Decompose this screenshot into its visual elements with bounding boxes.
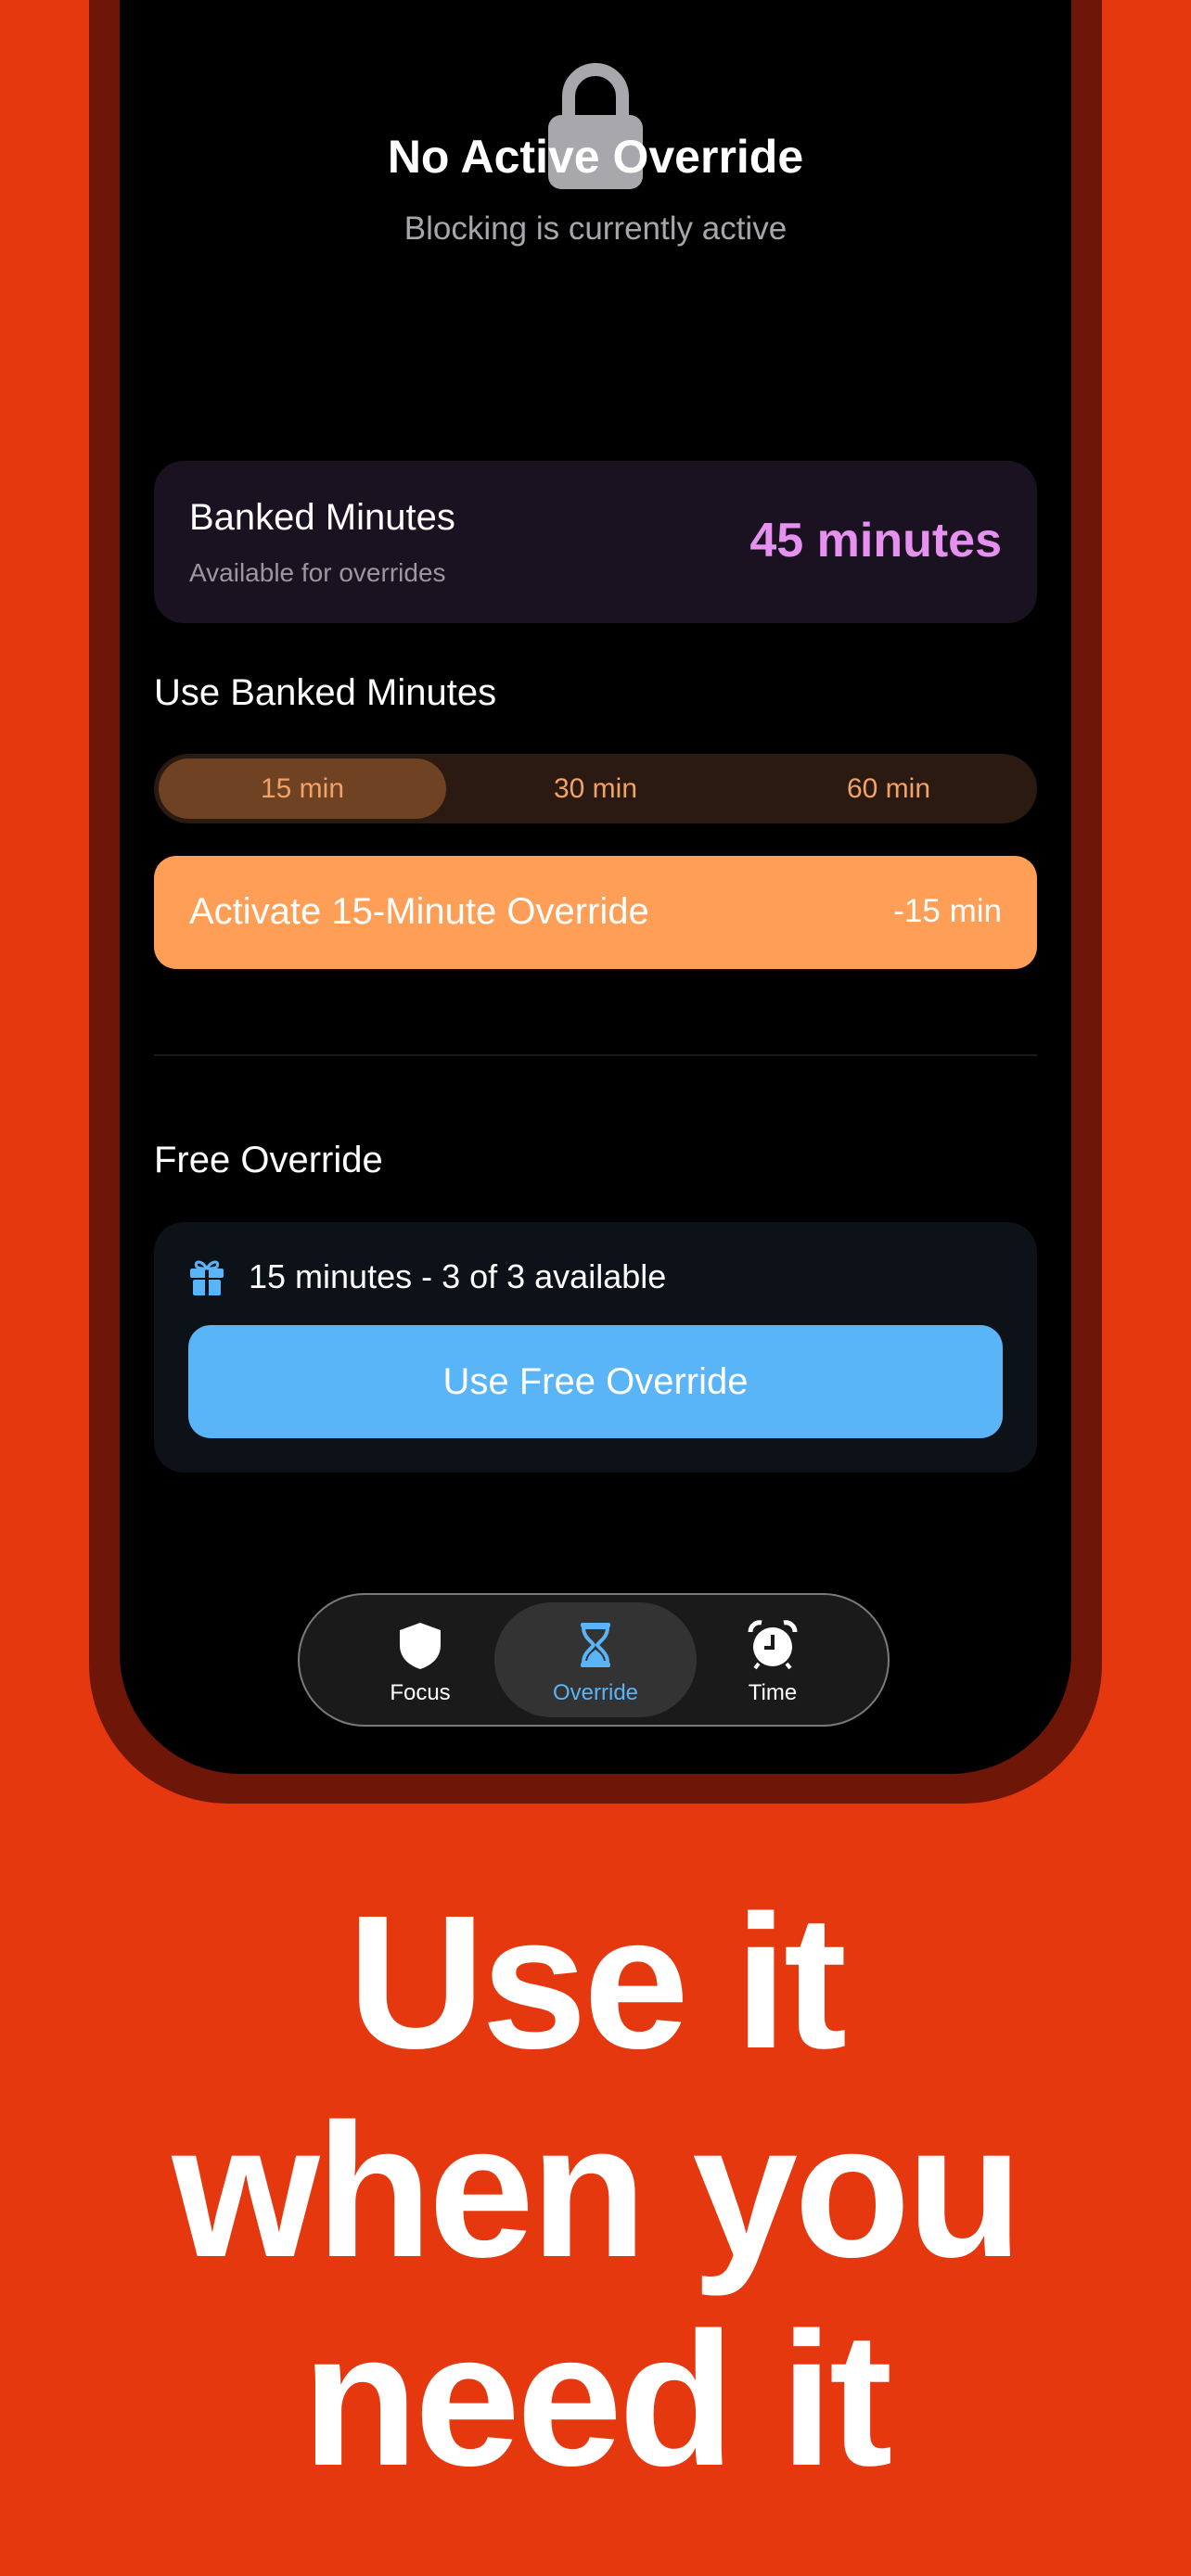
promo-headline: Use it when you need it — [0, 1878, 1191, 2504]
duration-segmented-control: 15 min 30 min 60 min — [154, 754, 1037, 823]
activate-override-button[interactable]: Activate 15-Minute Override -15 min — [154, 856, 1037, 969]
banked-minutes-value: 45 minutes — [749, 514, 1002, 567]
headline-line-3: need it — [301, 2293, 893, 2506]
shield-icon — [400, 1623, 441, 1669]
tab-time[interactable]: Time — [680, 1595, 865, 1725]
duration-option-60[interactable]: 60 min — [745, 759, 1032, 819]
status-title: No Active Override — [387, 131, 804, 183]
divider — [154, 1054, 1037, 1056]
free-override-label: Free Override — [154, 1140, 383, 1180]
phone-screen: No Active Override Blocking is currently… — [120, 0, 1071, 1774]
free-override-info: 15 minutes - 3 of 3 available — [249, 1257, 667, 1295]
use-banked-label: Use Banked Minutes — [154, 672, 497, 713]
banked-minutes-subtitle: Available for overrides — [189, 558, 446, 587]
headline-line-2: when you — [172, 2085, 1022, 2297]
activate-override-label: Activate 15-Minute Override — [189, 891, 649, 932]
status-subtitle: Blocking is currently active — [403, 210, 788, 247]
tab-bar: Focus Override Time — [298, 1593, 890, 1727]
activate-override-cost: -15 min — [893, 893, 1002, 929]
tab-focus[interactable]: Focus — [327, 1595, 513, 1725]
banked-minutes-title: Banked Minutes — [189, 497, 455, 538]
tab-focus-label: Focus — [390, 1680, 451, 1705]
tab-time-label: Time — [748, 1680, 798, 1705]
gift-icon — [190, 1260, 224, 1295]
duration-option-30[interactable]: 30 min — [452, 759, 739, 819]
duration-option-15[interactable]: 15 min — [159, 759, 446, 819]
hourglass-icon — [581, 1623, 610, 1667]
banked-minutes-card: Banked Minutes Available for overrides 4… — [154, 461, 1037, 623]
free-override-card: 15 minutes - 3 of 3 available Use Free O… — [154, 1222, 1037, 1473]
alarm-clock-icon — [748, 1620, 798, 1670]
headline-line-1: Use it — [347, 1876, 847, 2088]
tab-override[interactable]: Override — [494, 1602, 697, 1717]
use-free-override-button[interactable]: Use Free Override — [188, 1325, 1003, 1438]
tab-override-label: Override — [552, 1680, 639, 1705]
